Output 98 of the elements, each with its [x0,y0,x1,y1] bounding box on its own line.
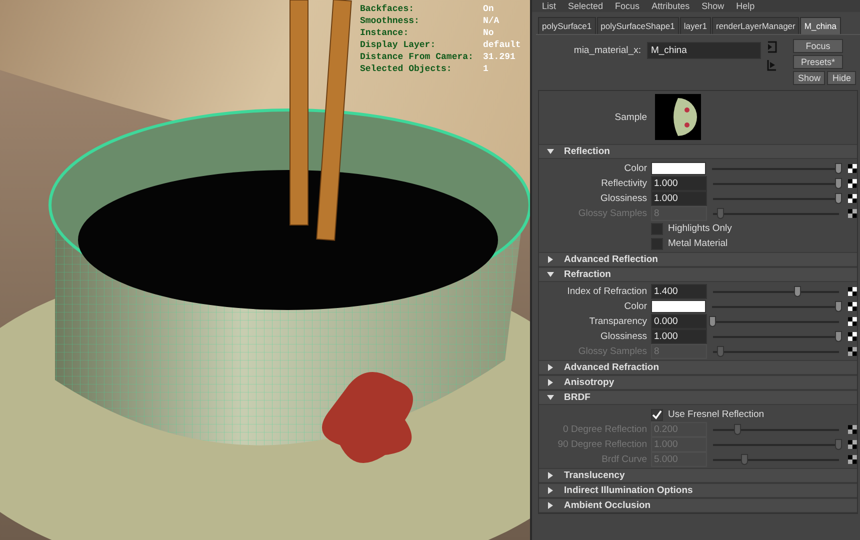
section-header[interactable]: Refraction [539,267,857,282]
menu-item[interactable]: Selected [568,1,604,11]
checkbox[interactable] [651,222,663,234]
checker-map-icon[interactable] [848,317,857,326]
node-tab[interactable]: renderLayerManager [712,17,800,34]
attribute-label: Glossiness [600,193,647,204]
section-title: Indirect Illumination Options [564,485,693,496]
section-header[interactable]: BRDF [539,390,857,405]
section-header[interactable]: Translucency [539,468,857,483]
slider-handle[interactable] [835,162,842,174]
section-header[interactable]: Ambient Occlusion [539,498,857,513]
checkbox-label: Use Fresnel Reflection [668,409,764,420]
slider-handle[interactable] [835,178,842,188]
material-sample-swatch [655,94,701,140]
checker-map-icon[interactable] [848,287,857,296]
checker-map-icon[interactable] [848,194,857,203]
hud-label: Distance From Camera: [360,52,474,62]
hud-label: Smoothness: [360,16,420,26]
checkbox[interactable] [651,408,663,420]
checker-map-icon[interactable] [848,332,857,341]
node-name-field[interactable]: M_china [646,42,761,59]
menu-item[interactable]: Focus [615,1,640,11]
slider-handle[interactable] [835,330,842,342]
value-field[interactable]: 0.000 [651,314,707,329]
section-header[interactable]: Reflection [539,144,857,159]
section-title: Advanced Reflection [564,254,658,265]
checker-map-icon[interactable] [848,440,857,449]
collapsed-triangle-icon[interactable] [547,487,554,494]
menu-item[interactable]: Show [702,1,724,11]
attribute-label: Reflectivity [600,178,647,189]
attribute-label: Transparency [588,316,647,327]
expanded-triangle-icon[interactable] [547,394,554,401]
collapsed-triangle-icon[interactable] [547,472,554,479]
slider-handle[interactable] [709,316,716,326]
input-connection-icon[interactable] [766,41,777,53]
hud-value: No [483,28,494,38]
show-button[interactable]: Show [792,71,826,85]
collapsed-triangle-icon[interactable] [547,379,554,386]
checker-map-icon[interactable] [848,179,857,188]
node-tab[interactable]: polySurfaceShape1 [596,17,679,34]
focus-button[interactable]: Focus [792,39,843,53]
section-title: Refraction [564,269,611,280]
presets-button[interactable]: Presets* [792,55,843,69]
node-type-label: mia_material_x: [572,45,641,56]
hud-value: On [483,4,494,14]
section-title: Translucency [564,470,625,481]
hud-value: N/A [483,16,500,26]
slider-handle[interactable] [835,300,842,312]
attribute-label: Color [623,163,647,174]
hud-label: Selected Objects: [360,64,453,74]
node-tab[interactable]: M_china [800,17,841,34]
color-swatch[interactable] [651,300,706,313]
value-field[interactable]: 1.000 [651,176,707,191]
checker-map-icon[interactable] [848,347,857,356]
section-header[interactable]: Anisotropy [539,375,857,390]
hud-label: Instance: [360,28,410,38]
section-title: BRDF [564,392,590,403]
section-header[interactable]: Indirect Illumination Options [539,483,857,498]
menu-item[interactable]: List [542,1,556,11]
value-field[interactable]: 1.400 [651,284,707,299]
section-title: Advanced Refraction [564,362,660,373]
checkbox[interactable] [651,238,663,250]
node-tab[interactable]: layer1 [680,17,711,34]
checker-map-icon[interactable] [848,425,857,434]
collapsed-triangle-icon[interactable] [547,256,554,263]
section-title: Reflection [564,146,610,157]
slider-handle[interactable] [835,192,842,204]
color-swatch[interactable] [651,162,706,175]
value-field[interactable]: 1.000 [651,329,707,344]
collapsed-triangle-icon[interactable] [547,364,554,371]
checker-map-icon[interactable] [848,302,857,311]
attribute-label: Index of Refraction [566,286,647,297]
hud-value: default [483,40,521,50]
slider-handle[interactable] [794,286,800,296]
value-field[interactable]: 1.000 [651,191,707,206]
checker-map-icon[interactable] [848,209,857,218]
hide-button[interactable]: Hide [827,71,856,85]
section-title: Anisotropy [564,377,614,388]
attribute-label: Color [623,301,647,312]
expanded-triangle-icon[interactable] [547,148,554,155]
checkbox-label: Metal Material [668,238,728,249]
checker-map-icon[interactable] [848,455,857,464]
section-title: Ambient Occlusion [564,500,651,511]
attribute-label: Glossiness [600,331,647,342]
expanded-triangle-icon[interactable] [547,271,554,278]
sample-label: Sample [614,112,647,122]
hud-label: Display Layer: [360,40,437,50]
hud-value: 31.291 [483,52,516,62]
section-header[interactable]: Advanced Reflection [539,252,857,267]
checkbox-label: Highlights Only [668,223,732,234]
collapsed-triangle-icon[interactable] [547,502,554,509]
checker-map-icon[interactable] [848,164,857,173]
node-tab[interactable]: polySurface1 [538,17,596,34]
menu-item[interactable]: Help [736,1,755,11]
hud-label: Backfaces: [360,4,416,14]
menu-item[interactable]: Attributes [652,1,690,11]
hud-value: 1 [483,64,488,74]
section-header[interactable]: Advanced Refraction [539,360,857,375]
